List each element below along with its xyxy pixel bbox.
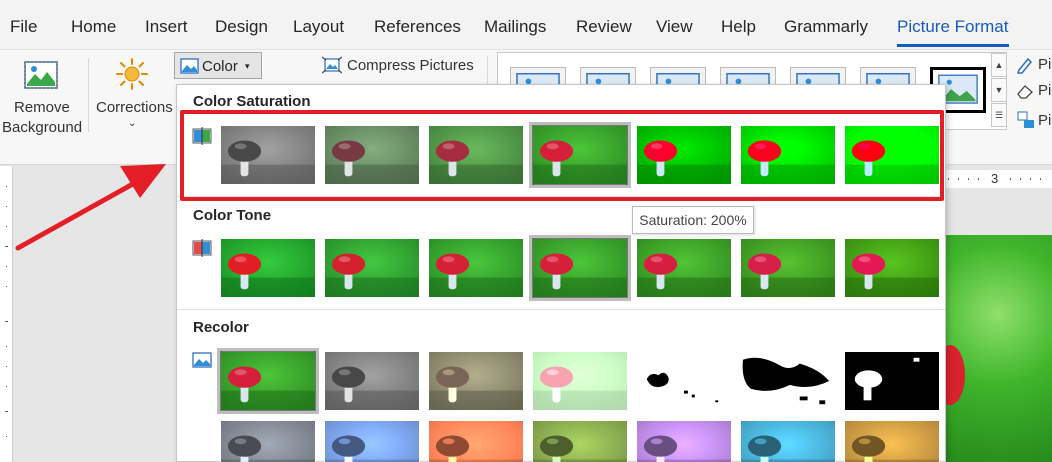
layout-icon <box>1017 111 1034 128</box>
recolor-option[interactable] <box>532 420 628 462</box>
color-tone-heading: Color Tone <box>193 207 272 224</box>
recolor-option[interactable] <box>428 420 524 462</box>
tone-option[interactable] <box>324 238 420 298</box>
recolor-option[interactable] <box>636 351 732 411</box>
corrections-button[interactable]: Corrections ⌄ <box>92 52 174 142</box>
picture-effects-label: Pi <box>1038 82 1052 99</box>
color-picture-icon <box>180 58 199 74</box>
recolor-option[interactable] <box>324 351 420 411</box>
gallery-more-icon[interactable]: ☰ <box>991 103 1007 127</box>
recolor-heading: Recolor <box>193 319 249 336</box>
tab-help[interactable]: Help <box>721 17 756 37</box>
tone-option[interactable] <box>220 238 316 298</box>
section-divider <box>177 309 945 310</box>
chevron-down-icon: ▾ <box>245 61 250 71</box>
remove-background-icon <box>24 61 58 89</box>
gallery-scroll-up-icon[interactable]: ▲ <box>991 53 1007 77</box>
recolor-option[interactable] <box>428 351 524 411</box>
color-dropdown-button[interactable]: Color ▾ <box>174 52 262 79</box>
remove-background-label-1: Remove <box>14 99 70 116</box>
tab-file[interactable]: File <box>10 17 37 37</box>
tab-insert[interactable]: Insert <box>145 17 188 37</box>
tone-icon <box>192 239 212 257</box>
red-arrow-annotation <box>15 164 166 251</box>
recolor-option[interactable] <box>220 420 316 462</box>
tab-design[interactable]: Design <box>215 17 268 37</box>
saturation-tooltip: Saturation: 200% <box>632 206 754 234</box>
tab-grammarly[interactable]: Grammarly <box>784 17 868 37</box>
recolor-option[interactable] <box>844 351 940 411</box>
compress-icon <box>322 56 342 74</box>
recolor-icon <box>192 352 212 368</box>
tab-layout[interactable]: Layout <box>293 17 344 37</box>
recolor-option[interactable] <box>740 351 836 411</box>
corrections-label: Corrections <box>96 99 173 116</box>
compress-label: Compress Pictures <box>347 57 474 74</box>
ruler-mark: 3 <box>991 171 999 186</box>
tone-option[interactable] <box>844 238 940 298</box>
active-tab-indicator <box>897 44 1009 47</box>
pen-icon <box>1016 57 1033 74</box>
tone-option[interactable] <box>428 238 524 298</box>
menu-bar: File Home Insert Design Layout Reference… <box>0 0 1052 50</box>
saturation-highlight-annotation <box>180 110 944 201</box>
recolor-option[interactable] <box>844 420 940 462</box>
gallery-scroll-down-icon[interactable]: ▼ <box>991 78 1007 102</box>
eraser-icon <box>1017 85 1033 99</box>
remove-background-button[interactable]: Remove Background <box>0 52 84 142</box>
recolor-option[interactable] <box>217 348 319 414</box>
tab-picture-format[interactable]: Picture Format <box>897 17 1008 37</box>
remove-background-label-2: Background <box>2 119 83 136</box>
picture-border-button[interactable]: Pi <box>1016 54 1052 76</box>
tab-view[interactable]: View <box>656 17 693 37</box>
document-picture[interactable] <box>944 235 1052 462</box>
recolor-option[interactable] <box>636 420 732 462</box>
sun-icon <box>116 58 148 90</box>
tab-references[interactable]: References <box>374 17 461 37</box>
color-label: Color <box>202 58 238 75</box>
recolor-option[interactable] <box>324 420 420 462</box>
tone-option[interactable] <box>529 235 631 301</box>
color-saturation-heading: Color Saturation <box>193 93 311 110</box>
recolor-option[interactable] <box>740 420 836 462</box>
corrections-chevron-icon: ⌄ <box>128 118 137 129</box>
tone-option[interactable] <box>740 238 836 298</box>
picture-border-label: Pi <box>1038 56 1052 73</box>
recolor-option[interactable] <box>532 351 628 411</box>
ribbon-divider <box>88 58 89 132</box>
compress-pictures-button[interactable]: Compress Pictures <box>322 55 482 77</box>
tone-option[interactable] <box>636 238 732 298</box>
picture-layout-label: Pi <box>1038 112 1052 129</box>
picture-effects-button[interactable]: Pi <box>1016 80 1052 102</box>
tab-home[interactable]: Home <box>71 17 116 37</box>
picture-layout-button[interactable]: Pi <box>1016 108 1052 132</box>
horizontal-ruler: 3 <box>940 170 1052 188</box>
tab-mailings[interactable]: Mailings <box>484 17 546 37</box>
tab-review[interactable]: Review <box>576 17 632 37</box>
